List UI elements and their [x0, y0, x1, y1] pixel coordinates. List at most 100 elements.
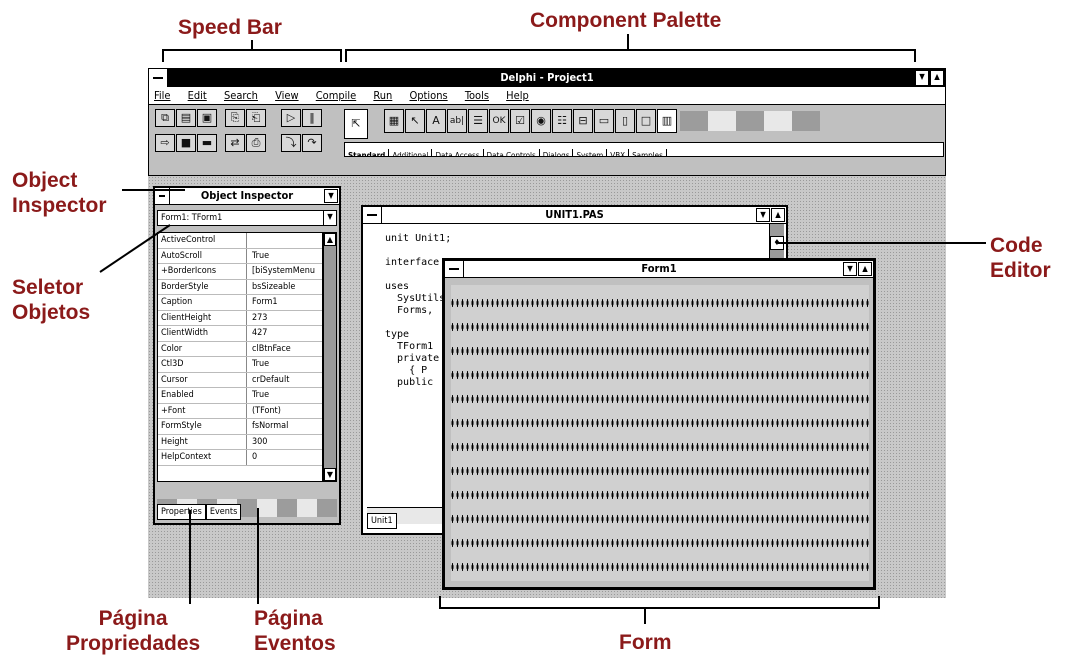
property-value[interactable]: True: [247, 249, 322, 264]
palette-tab-data-controls[interactable]: Data Controls: [483, 149, 540, 156]
form-maximize-icon[interactable]: ▲: [858, 262, 872, 276]
minimize-icon[interactable]: ▼: [915, 70, 929, 86]
code-editor-title-bar[interactable]: UNIT1.PAS ▼ ▲: [363, 207, 786, 224]
main-title-bar[interactable]: Delphi - Project1 ▼ ▲: [149, 69, 945, 87]
property-value[interactable]: 427: [247, 326, 322, 341]
form-title-bar[interactable]: Form1 ▼ ▲: [445, 261, 873, 278]
new-form-icon[interactable]: ⎙: [246, 134, 266, 152]
pointer-icon[interactable]: ⇱: [344, 109, 368, 139]
menu-tools[interactable]: Tools: [465, 87, 489, 104]
property-value[interactable]: 0: [247, 450, 322, 465]
palette-tab-system[interactable]: System: [573, 149, 608, 156]
property-row[interactable]: Cursor crDefault: [158, 372, 322, 388]
run-icon[interactable]: ▷: [281, 109, 301, 127]
property-value[interactable]: [biSystemMenu: [247, 264, 322, 279]
object-inspector-system-icon[interactable]: [155, 188, 170, 204]
radiobutton-component-icon[interactable]: ◉: [531, 109, 551, 133]
menu-options[interactable]: Options: [409, 87, 447, 104]
menu-view[interactable]: View: [275, 87, 298, 104]
property-value[interactable]: clBtnFace: [247, 342, 322, 357]
listbox-component-icon[interactable]: ☷: [552, 109, 572, 133]
object-selector-combo[interactable]: Form1: TForm1 ▼: [157, 210, 337, 226]
open-file-icon[interactable]: ⇨: [155, 134, 175, 152]
label-component-icon[interactable]: A: [426, 109, 446, 133]
system-menu-icon[interactable]: [149, 69, 168, 87]
menu-edit[interactable]: Edit: [188, 87, 207, 104]
property-scroll-up-icon[interactable]: ▲: [324, 233, 336, 246]
step-over-icon[interactable]: ↷: [302, 134, 322, 152]
property-value[interactable]: True: [247, 388, 322, 403]
trace-into-icon[interactable]: ⤵: [281, 134, 301, 152]
object-inspector-title-bar[interactable]: Object Inspector ▼: [155, 188, 339, 205]
form-system-icon[interactable]: [445, 261, 464, 277]
property-value[interactable]: fsNormal: [247, 419, 322, 434]
property-row[interactable]: ClientHeight 273: [158, 310, 322, 326]
object-inspector-minimize-icon[interactable]: ▼: [324, 189, 338, 203]
property-scrollbar[interactable]: ▲ ▼: [323, 232, 337, 482]
open-project-icon[interactable]: ⧉: [155, 109, 175, 127]
panel-component-icon[interactable]: ▥: [657, 109, 677, 133]
toggle-form-unit-icon[interactable]: ⇄: [225, 134, 245, 152]
popupmenu-component-icon[interactable]: ↖: [405, 109, 425, 133]
scrollbar-component-icon[interactable]: ▭: [594, 109, 614, 133]
palette-tab-standard[interactable]: Standard: [345, 149, 390, 156]
select-form-icon[interactable]: ⎗: [246, 109, 266, 127]
property-row[interactable]: Enabled True: [158, 388, 322, 404]
form-design-grid[interactable]: [451, 285, 869, 581]
menu-help[interactable]: Help: [506, 87, 529, 104]
property-scroll-down-icon[interactable]: ▼: [324, 468, 336, 481]
property-row[interactable]: Ctl3D True: [158, 357, 322, 373]
code-editor-maximize-icon[interactable]: ▲: [771, 208, 785, 222]
property-row[interactable]: Height 300: [158, 434, 322, 450]
add-file-icon[interactable]: ▣: [197, 109, 217, 127]
save-all-icon[interactable]: ▤: [176, 109, 196, 127]
palette-tab-additional[interactable]: Additional: [389, 149, 433, 156]
code-editor-minimize-icon[interactable]: ▼: [756, 208, 770, 222]
property-value[interactable]: True: [247, 357, 322, 372]
object-selector-dropdown-icon[interactable]: ▼: [323, 211, 336, 225]
menu-compile[interactable]: Compile: [316, 87, 356, 104]
property-row[interactable]: HelpContext 0: [158, 450, 322, 466]
property-row[interactable]: BorderStyle bsSizeable: [158, 279, 322, 295]
property-row[interactable]: +BorderIcons [biSystemMenu: [158, 264, 322, 280]
property-value[interactable]: [247, 233, 322, 248]
remove-file-icon[interactable]: ▬: [197, 134, 217, 152]
menu-file[interactable]: File: [154, 87, 170, 104]
property-row[interactable]: Caption Form1: [158, 295, 322, 311]
property-value[interactable]: crDefault: [247, 373, 322, 388]
property-value[interactable]: Form1: [247, 295, 322, 310]
combobox-component-icon[interactable]: ⊟: [573, 109, 593, 133]
palette-tab-data-access[interactable]: Data Access: [432, 149, 484, 156]
save-file-icon[interactable]: ■: [176, 134, 196, 152]
tab-events[interactable]: Events: [205, 504, 242, 520]
property-row[interactable]: Color clBtnFace: [158, 341, 322, 357]
maximize-icon[interactable]: ▲: [930, 70, 944, 86]
mainmenu-component-icon[interactable]: ▦: [384, 109, 404, 133]
palette-tab-samples[interactable]: Samples: [629, 149, 667, 156]
radiogroup-component-icon[interactable]: □: [636, 109, 656, 133]
code-editor-system-icon[interactable]: [363, 207, 382, 223]
property-row[interactable]: ClientWidth 427: [158, 326, 322, 342]
palette-tab-dialogs[interactable]: Dialogs: [539, 149, 574, 156]
property-value[interactable]: 273: [247, 311, 322, 326]
property-value[interactable]: bsSizeable: [247, 280, 322, 295]
palette-tab-vbx[interactable]: VBX: [607, 149, 630, 156]
code-scroll-thumb-icon[interactable]: ♦: [770, 236, 784, 250]
tab-unit1[interactable]: Unit1: [367, 513, 397, 529]
memo-component-icon[interactable]: ☰: [468, 109, 488, 133]
property-row[interactable]: AutoScroll True: [158, 248, 322, 264]
property-value[interactable]: (TFont): [247, 404, 322, 419]
pause-icon[interactable]: ‖: [302, 109, 322, 127]
edit-component-icon[interactable]: ab|: [447, 109, 467, 133]
property-value[interactable]: 300: [247, 435, 322, 450]
checkbox-component-icon[interactable]: ☑: [510, 109, 530, 133]
select-unit-icon[interactable]: ⎘: [225, 109, 245, 127]
groupbox-component-icon[interactable]: ▯: [615, 109, 635, 133]
tab-properties[interactable]: Properties: [157, 504, 206, 520]
property-row[interactable]: +Font (TFont): [158, 403, 322, 419]
menu-run[interactable]: Run: [373, 87, 392, 104]
form-minimize-icon[interactable]: ▼: [843, 262, 857, 276]
menu-search[interactable]: Search: [224, 87, 258, 104]
property-row[interactable]: FormStyle fsNormal: [158, 419, 322, 435]
button-component-icon[interactable]: OK: [489, 109, 509, 133]
